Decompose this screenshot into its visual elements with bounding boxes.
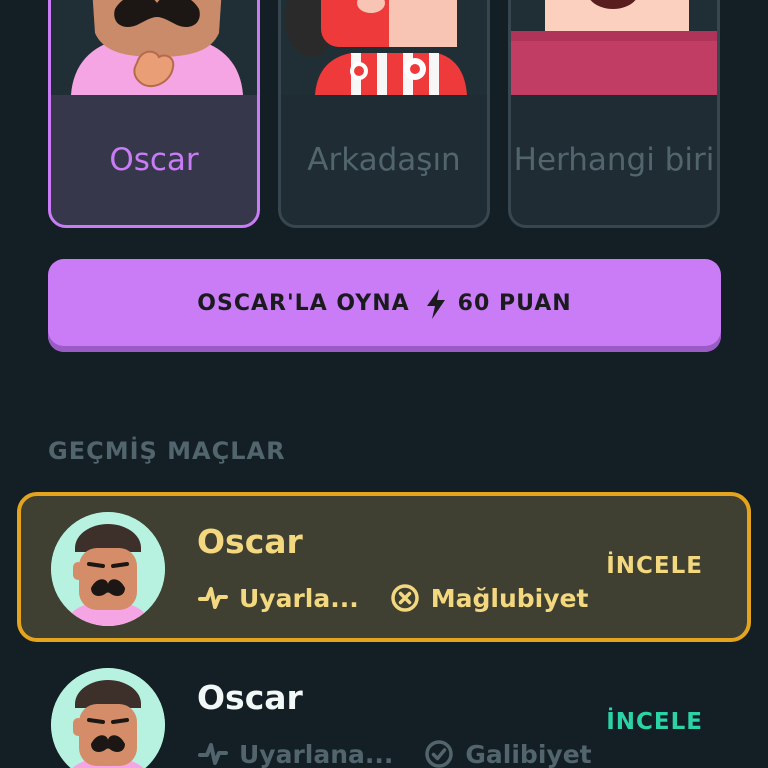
friend-illustration [281,0,487,95]
past-matches-title: GEÇMİŞ MAÇLAR [48,437,286,465]
opponent-label-oscar: Oscar [109,142,199,178]
check-circle-icon [423,738,455,768]
opponent-label-friend: Arkadaşın [307,142,461,178]
lightning-bolt-icon [424,288,448,320]
activity-pulse-icon [197,582,229,614]
match-result: Mağlubiyet [430,583,589,613]
oscar-illustration [51,0,257,95]
opponent-card-oscar[interactable]: Oscar [48,0,260,228]
review-button[interactable]: İNCELE [606,709,703,735]
opponent-name: Oscar [197,678,303,717]
play-button[interactable]: OSCAR'LA OYNA 60 PUAN [48,259,721,352]
opponent-name: Oscar [197,522,303,561]
match-mode: Uyarlana... [239,739,394,768]
opponent-card-friend[interactable]: Arkadaşın [278,0,490,228]
match-meta: Uyarla... Mağlubiyet [197,582,588,614]
opponent-label-anyone: Herhangi biri [513,142,715,178]
avatar [51,512,165,626]
match-row-2[interactable]: Oscar Uyarlana... Galibiyet İNCELE [17,648,751,768]
review-button[interactable]: İNCELE [606,553,703,579]
activity-pulse-icon [197,738,229,768]
play-button-points: 60 PUAN [457,291,572,316]
x-circle-icon [389,582,421,614]
match-meta: Uyarlana... Galibiyet [197,738,592,768]
avatar [51,668,165,768]
match-mode: Uyarla... [239,583,359,613]
opponent-card-anyone[interactable]: Herhangi biri [508,0,720,228]
match-result: Galibiyet [465,739,592,768]
page: Oscar Arkadaşın Herhangi biri OSCAR'LA O… [0,0,768,768]
play-button-label: OSCAR'LA OYNA [197,291,410,316]
match-row-1[interactable]: Oscar Uyarla... Mağlubiyet İNCELE [17,492,751,642]
anyone-illustration [511,0,717,95]
